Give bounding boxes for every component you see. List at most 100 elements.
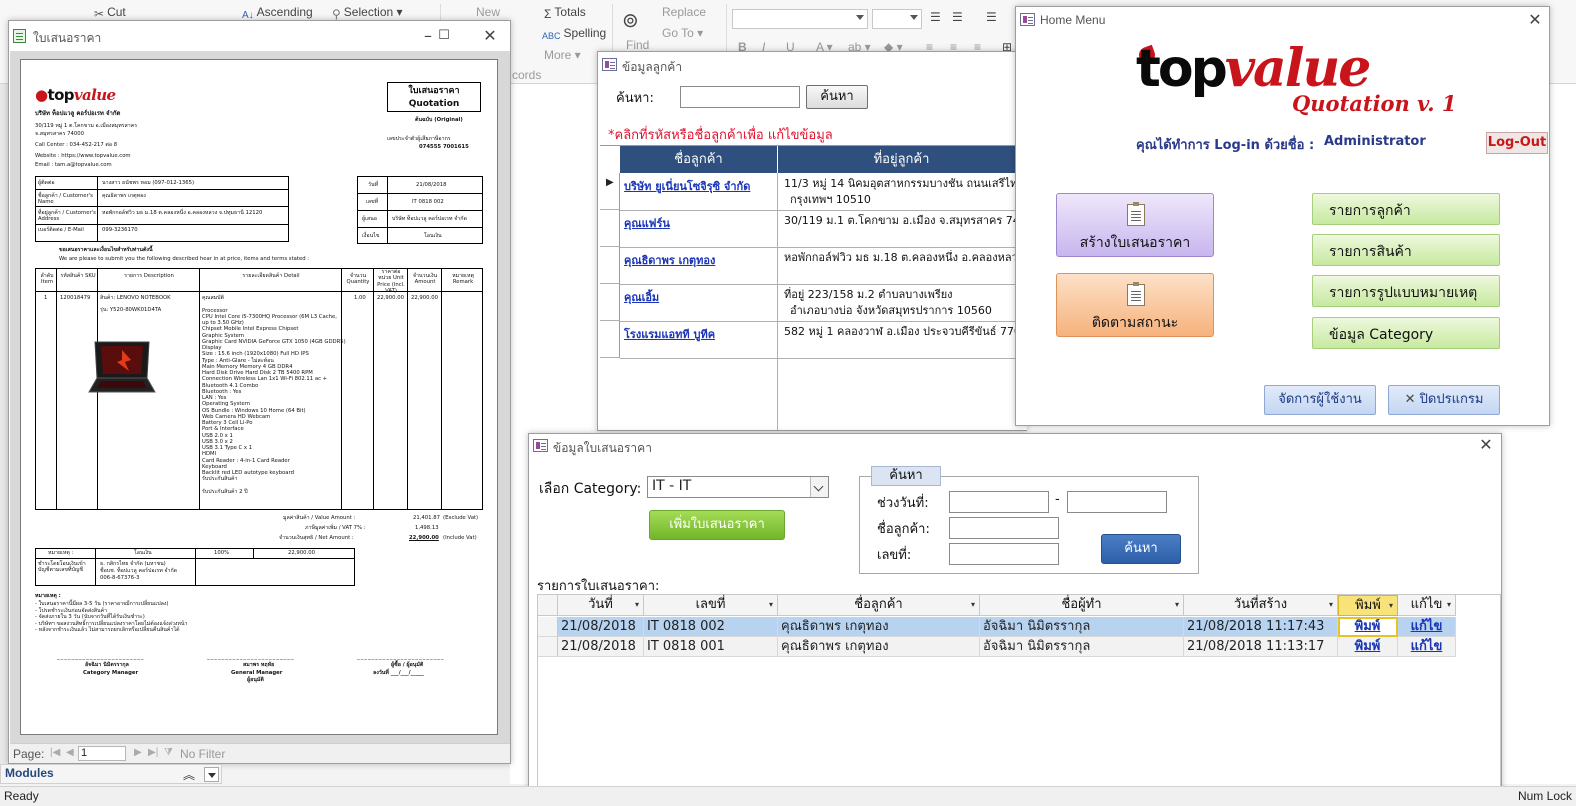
numbering-icon[interactable]: ☰: [952, 10, 963, 24]
indent-icon[interactable]: ☰: [986, 10, 997, 24]
home-window-titlebar[interactable]: Home Menu ✕: [1016, 7, 1549, 33]
sort-dropdown-icon[interactable]: ▾: [971, 595, 975, 615]
edit-link[interactable]: แก้ไข: [1398, 617, 1456, 637]
last-page-icon[interactable]: ▶|: [148, 747, 158, 758]
nav-pane-dropdown[interactable]: [204, 767, 219, 782]
quotation-window-title: ข้อมูลใบเสนอราคา: [553, 441, 652, 455]
category-select[interactable]: IT - IT: [647, 476, 829, 498]
grid-col-maker[interactable]: ชื่อผู้ทำ ▾: [980, 595, 1184, 616]
close-icon[interactable]: ✕: [477, 25, 503, 47]
customer-search-input[interactable]: [680, 86, 800, 108]
replace-button[interactable]: Replace: [662, 5, 706, 19]
edit-link[interactable]: แก้ไข: [1398, 637, 1456, 657]
maximize-icon[interactable]: ☐: [431, 25, 457, 47]
customer-address-value: หอพักกอล์ฟวิว มธ ม.18 ต.คลองหนึ่ง อ.คลอง…: [102, 210, 263, 216]
goto-button[interactable]: Go To ▾: [662, 26, 703, 40]
sort-dropdown-icon[interactable]: ▾: [1389, 596, 1393, 616]
customer-name-link[interactable]: โรงแรมแอทที บูทีค: [624, 325, 715, 343]
grid-col-created[interactable]: วันที่สร้าง ▾: [1184, 595, 1338, 616]
row-selector[interactable]: ▶: [600, 173, 620, 210]
close-icon[interactable]: ✕: [1522, 9, 1548, 31]
create-quotation-button[interactable]: สร้างใบเสนอราคา: [1056, 193, 1214, 257]
page-number-input[interactable]: 1: [78, 746, 126, 761]
sort-dropdown-icon[interactable]: ▾: [1447, 595, 1451, 615]
track-status-button[interactable]: ติดตามสถานะ: [1056, 273, 1214, 337]
row-selector[interactable]: [600, 210, 620, 247]
new-record-button[interactable]: New: [476, 5, 500, 19]
customer-search-button[interactable]: ค้นหา: [806, 85, 868, 109]
customer-name-value: คุณธิดาพร เกตุทอง: [102, 193, 146, 199]
cut-button[interactable]: ✂ Cut: [94, 5, 126, 21]
date-value: 21/08/2018: [416, 182, 447, 188]
customer-address-line: 11/3 หมู่ 14 นิคมอุตสาหกรรมบางชัน ถนนเสร…: [784, 177, 1024, 190]
add-quotation-button[interactable]: เพิ่มใบเสนอราคา: [649, 510, 785, 540]
customer-name-link[interactable]: คุณเอิ้ม: [624, 288, 659, 306]
row-selector[interactable]: [600, 247, 620, 284]
track-status-label: ติดตามสถานะ: [1091, 315, 1179, 331]
next-page-icon[interactable]: ▶: [134, 747, 142, 758]
quotation-row[interactable]: 21/08/2018 IT 0818 001 คุณธิดาพร เกตุทอง อั…: [558, 637, 1456, 657]
find-button[interactable]: Find: [626, 38, 649, 52]
grid-corner[interactable]: [538, 595, 558, 616]
collapse-icon[interactable]: ︽: [183, 766, 195, 783]
sort-dropdown-icon[interactable]: ▾: [635, 595, 639, 615]
prev-page-icon[interactable]: ◀: [66, 747, 74, 758]
grid-col-label: วันที่: [588, 597, 613, 612]
record-selector[interactable]: [538, 637, 558, 657]
quotation-no-input[interactable]: [949, 543, 1059, 565]
font-size-combo[interactable]: [872, 9, 922, 29]
nav-pane-modules-group[interactable]: Modules ︽: [0, 764, 222, 784]
col-amount: จำนวนเงิน Amount: [412, 273, 438, 286]
form-icon: [533, 439, 548, 452]
product-list-button[interactable]: รายการสินค้า: [1312, 234, 1500, 266]
print-link[interactable]: พิมพ์: [1338, 617, 1398, 637]
customer-address-line: 30/119 ม.1 ต.โคกขาม อ.เมือง จ.สมุทรสาคร …: [784, 214, 1024, 227]
chevron-down-icon[interactable]: [810, 477, 828, 497]
sort-dropdown-icon[interactable]: ▾: [1175, 595, 1179, 615]
grid-col-date[interactable]: วันที่ ▾: [558, 595, 644, 616]
grid-col-print[interactable]: พิมพ์ ▾: [1338, 595, 1398, 616]
more-button[interactable]: More ▾: [544, 48, 581, 62]
customer-list-button[interactable]: รายการลูกค้า: [1312, 193, 1500, 225]
bullets-icon[interactable]: ☰: [930, 10, 941, 24]
totals-button[interactable]: Σ Totals: [544, 5, 586, 21]
quotation-list-window[interactable]: ข้อมูลใบเสนอราคา ✕ เลือก Category: IT - …: [528, 433, 1502, 806]
quotation-search-button[interactable]: ค้นหา: [1101, 534, 1181, 564]
detail-line: รับประกันสินค้า: [202, 476, 238, 483]
print-link[interactable]: พิมพ์: [1338, 637, 1398, 657]
remark-template-button[interactable]: รายการรูปแบบหมายเหตุ: [1312, 275, 1500, 307]
first-page-icon[interactable]: |◀: [50, 747, 60, 758]
manage-users-button[interactable]: จัดการผู้ใช้งาน: [1264, 385, 1376, 415]
report-window-titlebar[interactable]: ใบเสนอราคา – ☐ ✕: [9, 21, 510, 51]
date-from-input[interactable]: [949, 491, 1049, 513]
customer-window-titlebar[interactable]: ข้อมูลลูกค้า: [598, 52, 1027, 78]
customer-window[interactable]: ข้อมูลลูกค้า ค้นหา: ค้นหา *คลิกที่รหัสหร…: [597, 51, 1027, 431]
quotation-row[interactable]: 21/08/2018 IT 0818 002 คุณธิดาพร เกตุทอง อั…: [558, 617, 1456, 637]
quotation-window-titlebar[interactable]: ข้อมูลใบเสนอราคา ✕: [529, 434, 1501, 460]
row-selector[interactable]: [600, 321, 620, 358]
grid-col-cust[interactable]: ชื่อลูกค้า ▾: [778, 595, 980, 616]
sort-dropdown-icon[interactable]: ▾: [1329, 595, 1333, 615]
logout-button[interactable]: Log-Out: [1486, 132, 1548, 154]
date-to-input[interactable]: [1067, 491, 1167, 513]
grid-col-edit[interactable]: แก้ไข ▾: [1398, 595, 1456, 616]
customer-name-link[interactable]: คุณธิดาพร เกตุทอง: [624, 251, 715, 269]
font-name-combo[interactable]: [732, 9, 868, 29]
close-icon[interactable]: ✕: [1473, 434, 1499, 456]
grid-col-no[interactable]: เลขที่ ▾: [644, 595, 778, 616]
close-program-button[interactable]: ✕ ปิดปรแกรม: [1388, 385, 1500, 415]
selection-button[interactable]: ⚲ Selection ▾: [332, 5, 403, 21]
record-selector[interactable]: [538, 617, 558, 637]
home-menu-window[interactable]: Home Menu ✕ topvalue Quotation v. 1 คุณไ…: [1015, 6, 1550, 426]
spelling-button[interactable]: ABC Spelling: [542, 26, 606, 43]
report-preview-window[interactable]: ใบเสนอราคา – ☐ ✕ ●topvalue ใบเสนอราคา Quo…: [8, 20, 511, 764]
report-canvas[interactable]: ●topvalue ใบเสนอราคา Quotation ต้นฉบับ (O…: [10, 51, 510, 761]
customer-name-link[interactable]: คุณแฟร์น: [624, 214, 670, 232]
payment-method: โอนเงิน: [134, 550, 152, 556]
row-selector[interactable]: [600, 284, 620, 321]
customer-name-link[interactable]: บริษัท ยูเนี่ยนโซจิรุซิ จำกัด: [624, 177, 750, 195]
no-filter-button[interactable]: No Filter: [180, 747, 225, 761]
customer-name-input[interactable]: [949, 517, 1059, 539]
sort-dropdown-icon[interactable]: ▾: [769, 595, 773, 615]
category-data-button[interactable]: ข้อมูล Category: [1312, 317, 1500, 349]
